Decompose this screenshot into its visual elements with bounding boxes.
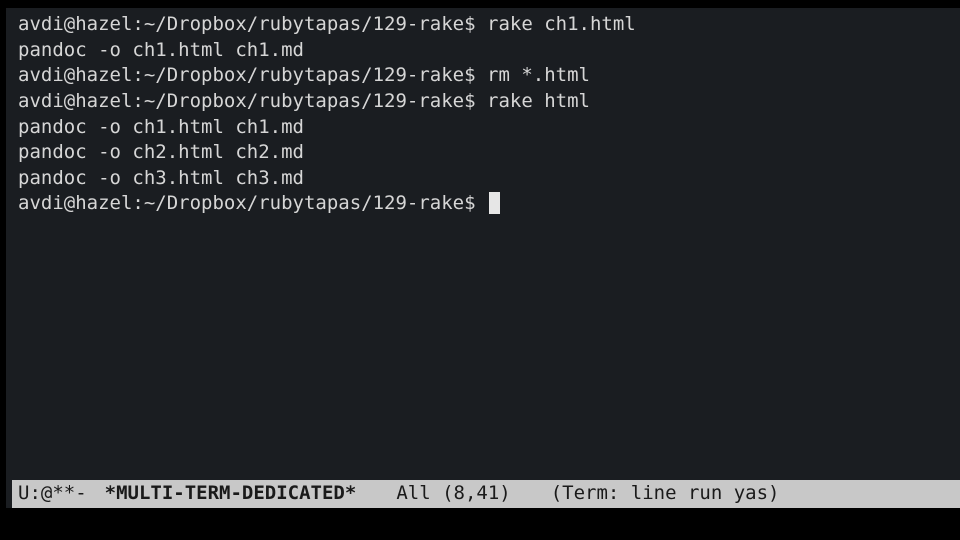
- terminal-line: avdi@hazel:~/Dropbox/rubytapas/129-rake$…: [18, 63, 954, 89]
- terminal-buffer[interactable]: avdi@hazel:~/Dropbox/rubytapas/129-rake$…: [12, 8, 960, 508]
- terminal-line: avdi@hazel:~/Dropbox/rubytapas/129-rake$: [18, 191, 954, 217]
- shell-command: rm *.html: [487, 64, 590, 86]
- letterbox-bottom: [0, 508, 960, 540]
- terminal-lines: avdi@hazel:~/Dropbox/rubytapas/129-rake$…: [18, 12, 954, 217]
- command-output: pandoc -o ch3.html ch3.md: [18, 167, 304, 189]
- terminal-line: avdi@hazel:~/Dropbox/rubytapas/129-rake$…: [18, 12, 954, 38]
- mode-line-status: U:@**-: [18, 481, 87, 507]
- mode-line-modes: (Term: line run yas): [551, 481, 780, 507]
- letterbox-top: [0, 0, 960, 8]
- emacs-mode-line: U:@**- *MULTI-TERM-DEDICATED* All (8,41)…: [12, 480, 960, 508]
- shell-prompt: avdi@hazel:~/Dropbox/rubytapas/129-rake$: [18, 64, 487, 86]
- mode-line-buffer-name: *MULTI-TERM-DEDICATED*: [105, 481, 357, 507]
- terminal-window: avdi@hazel:~/Dropbox/rubytapas/129-rake$…: [6, 8, 954, 508]
- terminal-line: pandoc -o ch3.html ch3.md: [18, 166, 954, 192]
- command-output: pandoc -o ch1.html ch1.md: [18, 116, 304, 138]
- shell-prompt: avdi@hazel:~/Dropbox/rubytapas/129-rake$: [18, 13, 487, 35]
- shell-command: rake ch1.html: [487, 13, 636, 35]
- shell-command: rake html: [487, 90, 590, 112]
- terminal-line: pandoc -o ch1.html ch1.md: [18, 115, 954, 141]
- cursor: [489, 192, 500, 214]
- terminal-line: pandoc -o ch2.html ch2.md: [18, 140, 954, 166]
- shell-prompt: avdi@hazel:~/Dropbox/rubytapas/129-rake$: [18, 192, 487, 214]
- command-output: pandoc -o ch2.html ch2.md: [18, 141, 304, 163]
- terminal-line: pandoc -o ch1.html ch1.md: [18, 38, 954, 64]
- terminal-line: avdi@hazel:~/Dropbox/rubytapas/129-rake$…: [18, 89, 954, 115]
- command-output: pandoc -o ch1.html ch1.md: [18, 39, 304, 61]
- mode-line-position: All (8,41): [396, 481, 510, 507]
- shell-prompt: avdi@hazel:~/Dropbox/rubytapas/129-rake$: [18, 90, 487, 112]
